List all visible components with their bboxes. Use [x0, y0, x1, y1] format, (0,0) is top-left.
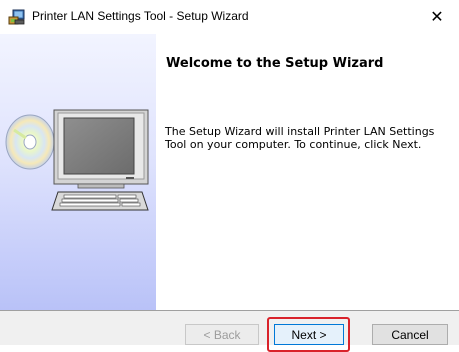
window-title: Printer LAN Settings Tool - Setup Wizard	[32, 9, 249, 23]
close-button[interactable]: ✕	[415, 0, 459, 32]
wizard-heading: Welcome to the Setup Wizard	[166, 56, 384, 71]
wizard-footer: < Back Next > Cancel	[0, 311, 459, 352]
title-bar: Printer LAN Settings Tool - Setup Wizard…	[0, 0, 459, 34]
back-button[interactable]: < Back	[185, 324, 259, 345]
installer-app-icon	[8, 9, 25, 25]
setup-wizard-window: Printer LAN Settings Tool - Setup Wizard…	[0, 0, 459, 352]
wizard-description: The Setup Wizard will install Printer LA…	[165, 125, 435, 151]
keyboard-icon	[51, 191, 149, 211]
wizard-content-panel: Welcome to the Setup Wizard The Setup Wi…	[156, 34, 459, 310]
cancel-button[interactable]: Cancel	[372, 324, 448, 345]
next-button-highlight	[267, 317, 350, 352]
computer-with-cd-illustration	[5, 109, 149, 211]
close-icon: ✕	[430, 7, 444, 26]
monitor-icon	[53, 109, 149, 189]
wizard-side-panel	[0, 34, 156, 310]
